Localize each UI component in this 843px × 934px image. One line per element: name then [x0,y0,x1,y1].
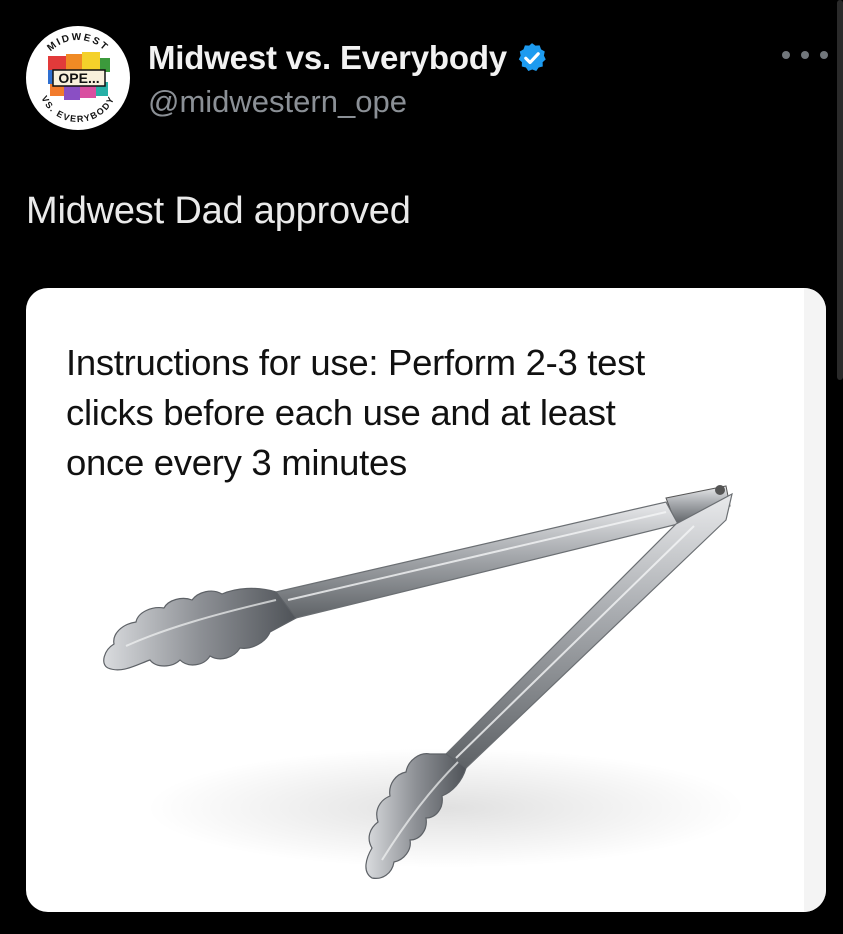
post-text: Midwest Dad approved [26,190,411,232]
page-scrollbar[interactable] [837,0,843,380]
author-name-row[interactable]: Midwest vs. Everybody [148,38,549,78]
more-dot [801,51,809,59]
profile-avatar[interactable]: MIDWEST VS. EVERYBODY OPE... [26,26,130,130]
display-name[interactable]: Midwest vs. Everybody [148,39,507,77]
post-media-image[interactable]: Instructions for use: Perform 2-3 test c… [26,288,826,912]
tweet-post: MIDWEST VS. EVERYBODY OPE... Midwest vs.… [0,0,843,934]
author-handle[interactable]: @midwestern_ope [148,84,407,120]
meme-image: Instructions for use: Perform 2-3 test c… [26,288,826,912]
more-dot [782,51,790,59]
more-options-icon[interactable] [782,40,828,70]
more-dot [820,51,828,59]
midwest-logo-icon: MIDWEST VS. EVERYBODY OPE... [27,27,129,129]
avatar-center-text: OPE... [58,70,99,86]
image-edge [804,288,826,912]
tongs-image [103,485,746,879]
verified-badge-icon [518,43,546,72]
